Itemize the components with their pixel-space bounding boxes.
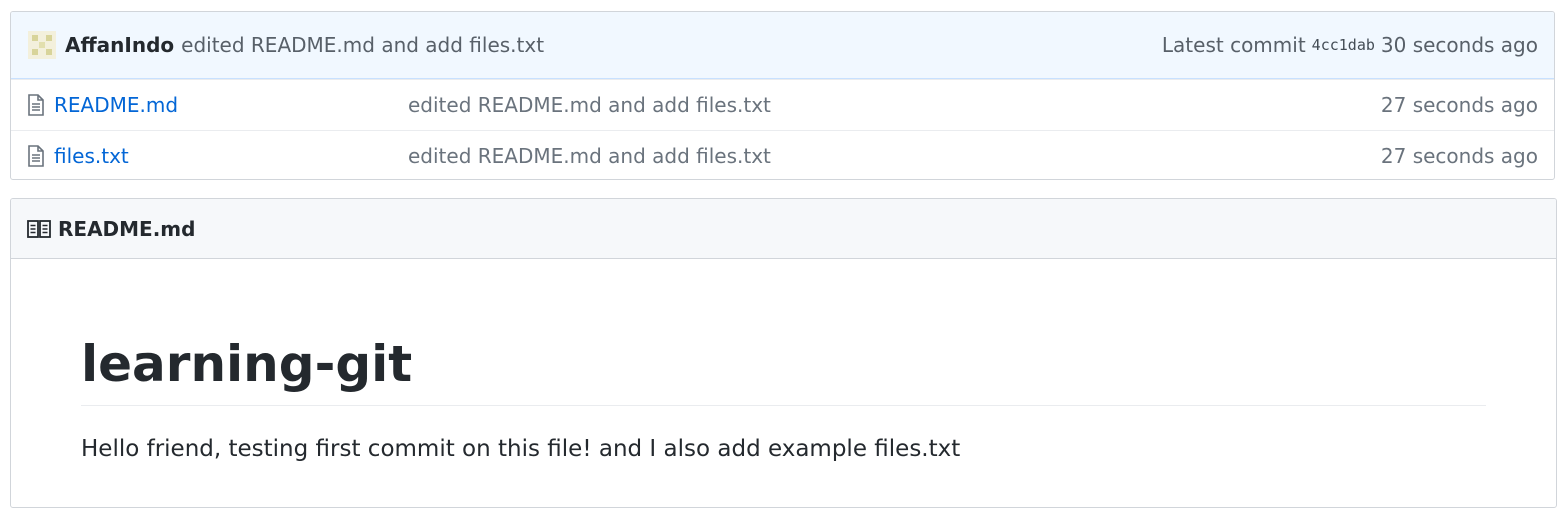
commit-message-link[interactable]: edited README.md and add files.txt <box>181 33 544 57</box>
file-commit-message-link[interactable]: edited README.md and add files.txt <box>408 93 1381 117</box>
file-icon <box>28 94 44 116</box>
file-age: 27 seconds ago <box>1380 93 1538 117</box>
latest-commit-label: Latest commit <box>1161 33 1306 57</box>
file-age: 27 seconds ago <box>1380 144 1538 168</box>
file-row: README.md edited README.md and add files… <box>11 79 1554 130</box>
readme-paragraph: Hello friend, testing first commit on th… <box>81 436 961 462</box>
book-icon <box>27 219 51 238</box>
file-navigation-table: AffanIndo edited README.md and add files… <box>10 11 1555 180</box>
commit-sha-link[interactable]: 4cc1dab <box>1312 36 1375 54</box>
latest-commit-bar: AffanIndo edited README.md and add files… <box>11 12 1554 79</box>
readme-header: README.md <box>11 199 1556 259</box>
file-name-link[interactable]: files.txt <box>54 144 408 168</box>
commit-author-link[interactable]: AffanIndo <box>65 33 174 57</box>
readme-panel: README.md learning-git Hello friend, tes… <box>10 198 1557 508</box>
readme-filename: README.md <box>58 216 196 241</box>
commit-age: 30 seconds ago <box>1380 33 1538 57</box>
readme-title: learning-git <box>81 335 1486 406</box>
file-commit-message-link[interactable]: edited README.md and add files.txt <box>408 144 1381 168</box>
file-name-link[interactable]: README.md <box>54 93 408 117</box>
file-row: files.txt edited README.md and add files… <box>11 130 1554 179</box>
readme-content: learning-git Hello friend, testing first… <box>11 335 1556 462</box>
file-icon <box>28 145 44 167</box>
author-avatar[interactable] <box>28 31 56 59</box>
